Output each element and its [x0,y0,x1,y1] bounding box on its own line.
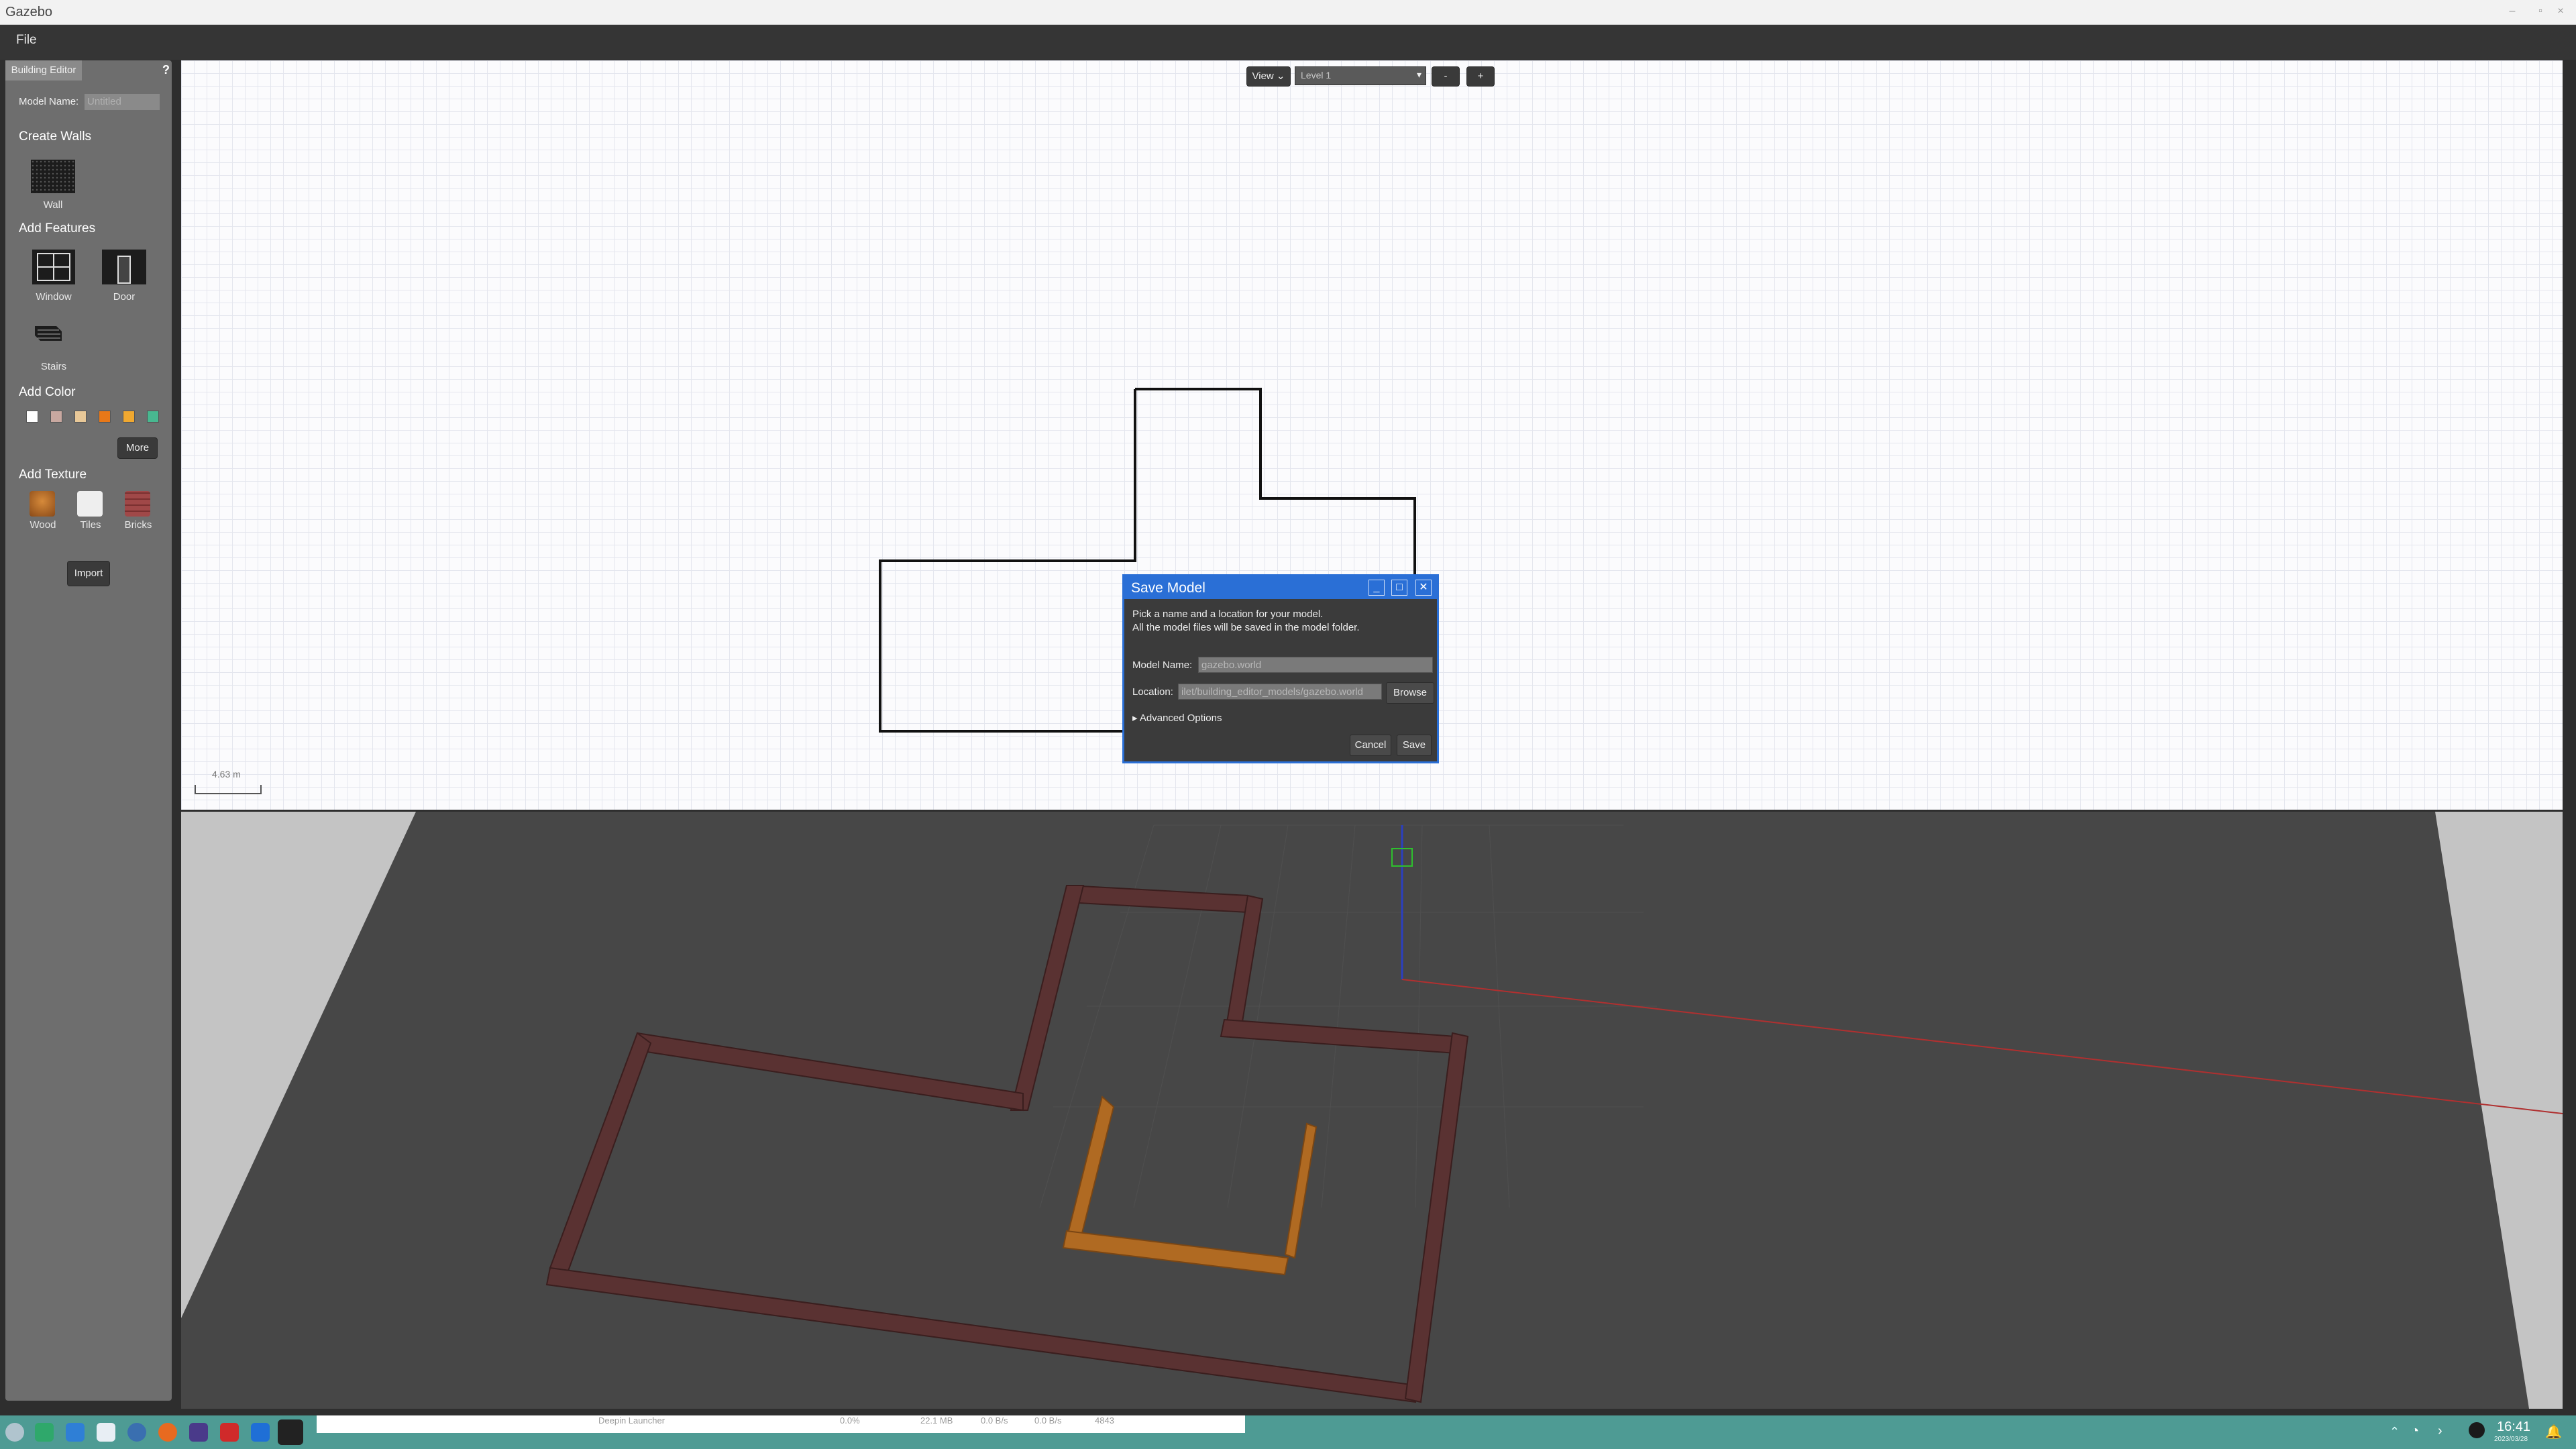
notification-bell-icon[interactable]: 🔔 [2545,1424,2562,1440]
scale-bar [195,785,262,794]
color-swatch-beige[interactable] [74,411,87,423]
launcher-icon[interactable] [5,1423,24,1442]
system-monitor-strip: Deepin Launcher 0.0% 22.1 MB 0.0 B/s 0.0… [317,1415,1245,1433]
tab-building-editor[interactable]: Building Editor [5,60,82,80]
location-field-label: Location: [1132,686,1173,698]
stairs-icon[interactable] [32,322,66,349]
expand-arrow-icon: ▸ [1132,712,1138,724]
settings-icon[interactable] [127,1423,146,1442]
view-menu-button[interactable]: View ⌄ [1246,66,1291,87]
color-swatch-white[interactable] [26,411,38,423]
location-field[interactable]: ilet/building_editor_models/gazebo.world [1178,684,1382,700]
dialog-maximize-icon[interactable]: □ [1391,580,1407,596]
import-button[interactable]: Import [67,561,110,586]
model-name-field[interactable]: gazebo.world [1198,657,1433,673]
remove-level-button[interactable]: - [1432,66,1460,87]
save-button[interactable]: Save [1397,735,1432,756]
browse-button[interactable]: Browse [1386,682,1434,704]
window-icon[interactable] [32,250,75,284]
process-cpu: 0.0% [840,1415,860,1426]
clock-date: 2023/03/28 [2494,1436,2528,1443]
menu-bar: File [0,25,2576,60]
window-title: Gazebo [5,5,53,19]
more-colors-button[interactable]: More [117,437,158,459]
bricks-texture-icon[interactable] [125,491,150,517]
firefox-icon[interactable] [158,1423,177,1442]
bricks-label: Bricks [124,519,152,531]
dialog-header: Save Model _ □ ✕ [1124,576,1437,599]
dialog-minimize-icon[interactable]: _ [1368,580,1385,596]
file-manager-icon[interactable] [66,1423,85,1442]
save-model-dialog: Save Model _ □ ✕ Pick a name and a locat… [1122,574,1439,763]
wall-label: Wall [43,199,63,211]
level-value: Level 1 [1301,70,1332,80]
terminal-icon[interactable] [189,1423,208,1442]
wifi-icon[interactable]: ◔ [2411,1424,2419,1439]
color-swatch-teal[interactable] [147,411,159,423]
close-icon[interactable]: × [2553,4,2568,19]
expand-tray-icon[interactable]: › [2438,1424,2443,1439]
model-name-input[interactable]: Untitled [85,94,160,110]
help-button[interactable]: ? [162,63,170,77]
advanced-options-label: Advanced Options [1139,712,1222,724]
scale-label: 4.63 m [212,769,241,780]
dialog-instruction-line2: All the model files will be saved in the… [1132,622,1360,633]
maximize-icon[interactable]: ▫ [2533,4,2548,19]
advanced-options-toggle[interactable]: ▸ Advanced Options [1132,712,1222,724]
menu-file[interactable]: File [16,33,37,48]
door-icon[interactable] [102,250,146,284]
view-label: View [1252,70,1274,82]
calendar-icon[interactable] [97,1423,115,1442]
add-texture-heading: Add Texture [19,468,87,482]
process-pid: 4843 [1095,1415,1114,1426]
building-editor-panel [5,60,172,1401]
clock-time: 16:41 [2497,1419,2531,1434]
add-level-button[interactable]: + [1466,66,1495,87]
stairs-label: Stairs [40,361,67,372]
process-download: 0.0 B/s [1034,1415,1062,1426]
color-swatch-rose[interactable] [50,411,62,423]
add-color-heading: Add Color [19,385,76,399]
model-name-field-label: Model Name: [1132,659,1193,671]
process-name: Deepin Launcher [598,1415,665,1426]
model-name-label: Model Name: [19,96,79,107]
create-walls-heading: Create Walls [19,129,92,144]
color-swatch-amber[interactable] [123,411,135,423]
3d-scene[interactable] [181,812,2563,1409]
dialog-instruction-line1: Pick a name and a location for your mode… [1132,608,1324,620]
door-label: Door [113,291,136,303]
tiles-texture-icon[interactable] [77,491,103,517]
power-icon[interactable] [2469,1422,2485,1438]
color-swatch-orange[interactable] [99,411,111,423]
wall-icon[interactable] [31,160,75,193]
workspace-icon[interactable] [35,1423,54,1442]
dialog-title: Save Model [1131,580,1205,596]
tray-arrow-icon[interactable]: ⌃ [2390,1425,2400,1439]
wood-texture-icon[interactable] [30,491,55,517]
chevron-down-icon: ⌄ [1276,70,1285,82]
window-label: Window [36,291,72,303]
cancel-button[interactable]: Cancel [1350,735,1391,756]
dialog-close-icon[interactable]: ✕ [1415,580,1432,596]
add-features-heading: Add Features [19,221,96,235]
minimize-icon[interactable]: – [2505,4,2520,19]
dropdown-arrow-icon: ▾ [1416,69,1421,80]
app-red-icon[interactable] [220,1423,239,1442]
gazebo-icon[interactable] [278,1419,303,1445]
level-select[interactable]: Level 1 ▾ [1295,66,1426,85]
process-upload: 0.0 B/s [981,1415,1008,1426]
vscode-icon[interactable] [251,1423,270,1442]
title-bar: Gazebo – ▫ × [0,0,2576,25]
process-memory: 22.1 MB [920,1415,953,1426]
taskbar: Deepin Launcher 0.0% 22.1 MB 0.0 B/s 0.0… [0,1415,2576,1449]
